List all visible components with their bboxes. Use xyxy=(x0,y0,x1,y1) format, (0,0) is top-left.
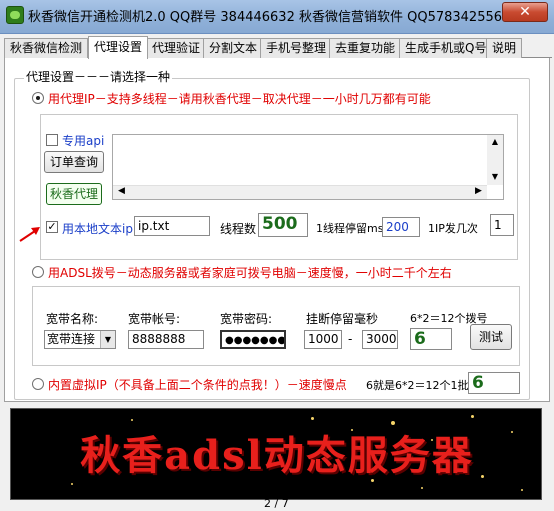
banner-text: 秋香adsl动态服务器 xyxy=(80,432,474,479)
tab-wechat-check[interactable]: 秋香微信检测 xyxy=(4,38,89,58)
tab-help[interactable]: 说明 xyxy=(486,38,523,58)
scroll-down-icon[interactable]: ▼ xyxy=(487,170,503,184)
tab-dedupe[interactable]: 去重复功能 xyxy=(329,38,402,58)
scroll-right-icon[interactable]: ▶ xyxy=(475,186,482,196)
group-label: 代理设置－－－请选择一种 xyxy=(24,68,173,85)
proxy-ip-option-label: 用代理IP－支持多线程－请用秋香代理－取决代理－一小时几万都有可能 xyxy=(48,92,431,106)
adsl-radio[interactable] xyxy=(32,266,44,278)
adsl-option-label: 用ADSL拨号－动态服务器或者家庭可拨号电脑－速度慢，一小时二千个左右 xyxy=(48,266,452,280)
tab-proxy-verify[interactable]: 代理验证 xyxy=(146,38,207,58)
broadband-name-value: 宽带连接 xyxy=(47,332,96,346)
ad-banner[interactable]: 秋香adsl动态服务器 xyxy=(10,408,542,500)
broadband-password-input[interactable]: ●●●●●●● xyxy=(220,330,286,349)
broadband-account-input[interactable]: 8888888 xyxy=(128,330,204,349)
virtual-ip-radio[interactable] xyxy=(32,378,44,390)
broadband-name-select[interactable]: 宽带连接 ▼ xyxy=(44,330,116,349)
textarea-horizontal-scrollbar[interactable] xyxy=(113,185,487,199)
close-button[interactable]: ✕ xyxy=(502,2,548,22)
batch-input[interactable]: 6 xyxy=(468,372,520,394)
proxy-ip-radio[interactable] xyxy=(32,92,44,104)
tab-phone-organize[interactable]: 手机号整理 xyxy=(260,38,333,58)
pointer-arrow-icon xyxy=(19,227,40,242)
scroll-left-icon[interactable]: ◀ xyxy=(118,186,125,196)
disconnect-min-input[interactable]: 1000 xyxy=(304,330,342,349)
dial-count-input[interactable]: 6 xyxy=(410,328,452,350)
tab-bar: 秋香微信检测 代理设置 代理验证 分割文本 手机号整理 去重复功能 生成手机或Q… xyxy=(4,36,552,59)
disconnect-max-input[interactable]: 3000 xyxy=(362,330,398,349)
window-title: 秋香微信开通检测机2.0 QQ群号 384446632 秋香微信营销软件 QQ5… xyxy=(28,10,503,25)
thread-wait-label: 1线程停留ms xyxy=(316,222,384,235)
batch-label: 6就是6*2＝12个1批 xyxy=(366,379,469,392)
thread-wait-input[interactable]: 200 xyxy=(382,217,420,237)
tab-split-text[interactable]: 分割文本 xyxy=(203,38,264,58)
scroll-up-icon[interactable]: ▲ xyxy=(487,135,503,149)
order-query-button[interactable]: 订单查询 xyxy=(44,151,104,173)
range-dash: - xyxy=(348,332,353,346)
title-bar: 秋香微信开通检测机2.0 QQ群号 384446632 秋香微信营销软件 QQ5… xyxy=(0,0,554,34)
app-icon xyxy=(6,6,24,24)
disconnect-wait-label: 挂断停留毫秒 xyxy=(306,312,379,326)
local-text-ip-label: 用本地文本ip xyxy=(62,222,133,236)
chevron-down-icon: ▼ xyxy=(100,331,115,348)
api-checkbox[interactable] xyxy=(46,134,58,146)
adsl-section xyxy=(32,286,520,366)
broadband-name-label: 宽带名称: xyxy=(46,312,99,326)
local-text-ip-checkbox[interactable]: ✓ xyxy=(46,221,58,233)
pager-indicator: 2 / 7 xyxy=(264,497,289,510)
broadband-password-label: 宽带密码: xyxy=(220,312,273,326)
threads-input[interactable]: 500 xyxy=(258,213,308,237)
test-button[interactable]: 测试 xyxy=(470,324,512,350)
broadband-account-label: 宽带帐号: xyxy=(128,312,181,326)
api-checkbox-label: 专用api xyxy=(62,134,105,148)
ip-send-label: 1IP发几次 xyxy=(428,222,478,235)
qiuxiang-proxy-button[interactable]: 秋香代理 xyxy=(46,183,102,205)
ip-send-input[interactable]: 1 xyxy=(490,214,514,236)
tab-proxy-settings[interactable]: 代理设置 xyxy=(88,36,149,59)
tab-generate-numbers[interactable]: 生成手机或Q号 xyxy=(399,38,493,58)
virtual-ip-option-label: 内置虚拟IP（不具备上面二个条件的点我！）－速度慢点 xyxy=(48,378,347,392)
threads-label: 线程数 xyxy=(220,222,257,236)
local-text-file-input[interactable]: ip.txt xyxy=(134,216,210,236)
